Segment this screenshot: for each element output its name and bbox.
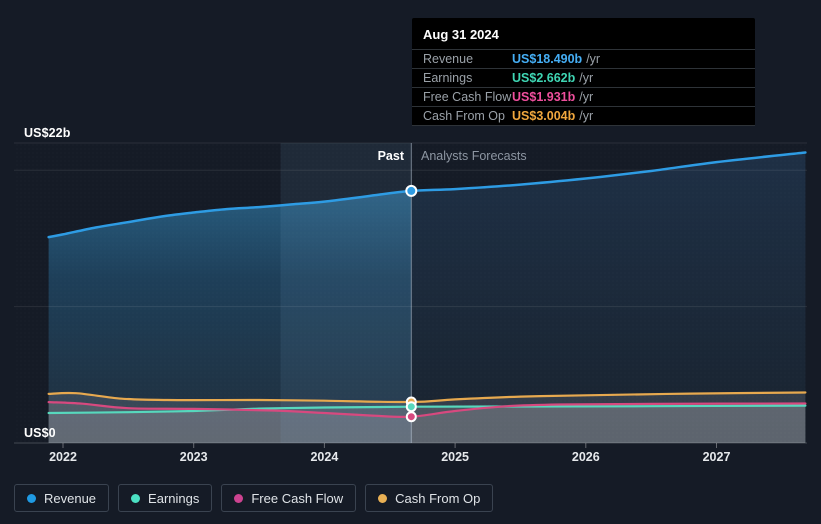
legend-chip-revenue[interactable]: Revenue	[14, 484, 110, 512]
legend-dot-icon	[27, 493, 36, 503]
earnings-marker[interactable]	[405, 401, 417, 413]
tooltip-row-value: US$2.662b	[512, 71, 576, 85]
tooltip-row-label: Free Cash Flow	[423, 90, 512, 104]
tooltip-row: Cash From Op US$3.004b/yr	[412, 107, 755, 126]
tooltip-row-unit: /yr	[579, 90, 594, 104]
tooltip-rows: Revenue US$18.490b/yr Earnings US$2.662b/yr…	[412, 50, 755, 126]
tooltip-row-unit: /yr	[586, 52, 601, 66]
x-axis-label-2024: 2024	[310, 450, 339, 464]
tooltip-row-label: Revenue	[423, 52, 474, 66]
tooltip-row: Earnings US$2.662b/yr	[412, 69, 755, 88]
tooltip-row-value: US$18.490b	[512, 52, 583, 66]
revenue-marker[interactable]	[405, 184, 418, 197]
tooltip-row: Revenue US$18.490b/yr	[412, 50, 755, 69]
free-cash-flow-marker[interactable]	[405, 411, 417, 423]
legend-dot-icon	[234, 493, 244, 503]
x-axis-label-2027: 2027	[702, 450, 731, 464]
y-axis-label-max: US$22b	[24, 126, 71, 140]
legend-chip-free-cash-flow[interactable]: Free Cash Flow	[221, 484, 357, 512]
past-label: Past	[377, 149, 404, 163]
tooltip-row: Free Cash Flow US$1.931b/yr	[412, 88, 755, 107]
legend-chip-cash-from-op[interactable]: Cash From Op	[365, 484, 494, 512]
legend-chip-earnings[interactable]: Earnings	[118, 484, 213, 512]
tooltip-row-value: US$1.931b	[512, 90, 576, 104]
x-axis-label-2023: 2023	[179, 450, 208, 464]
tooltip-row-unit: /yr	[579, 71, 594, 85]
legend-dot-icon	[131, 493, 141, 503]
tooltip-date: Aug 31 2024	[412, 25, 755, 50]
chart-tooltip: Aug 31 2024 Revenue US$18.490b/yr Earnings…	[412, 18, 755, 126]
legend-dot-icon	[378, 493, 388, 503]
legend: Revenue Earnings Free Cash Flow Cash From O…	[14, 484, 494, 512]
x-axis-label-2022: 2022	[49, 450, 77, 464]
x-axis-label-2025: 2025	[441, 450, 469, 464]
earnings-revenue-growth-chart[interactable]: US$22b US$0 Past Analysts Forecasts 2022…	[0, 0, 821, 524]
legend-label: Earnings	[148, 490, 200, 506]
legend-label: Cash From Op	[395, 490, 481, 506]
y-axis-label-zero: US$0	[24, 426, 56, 440]
tooltip-row-value: US$3.004b	[512, 109, 576, 123]
x-axis-label-2026: 2026	[571, 450, 600, 464]
legend-label: Revenue	[44, 490, 97, 506]
tooltip-row-unit: /yr	[579, 109, 594, 123]
legend-label: Free Cash Flow	[251, 490, 344, 506]
analysts-forecasts-label: Analysts Forecasts	[421, 149, 527, 163]
tooltip-row-label: Earnings	[423, 71, 473, 85]
tooltip-row-label: Cash From Op	[423, 109, 505, 123]
